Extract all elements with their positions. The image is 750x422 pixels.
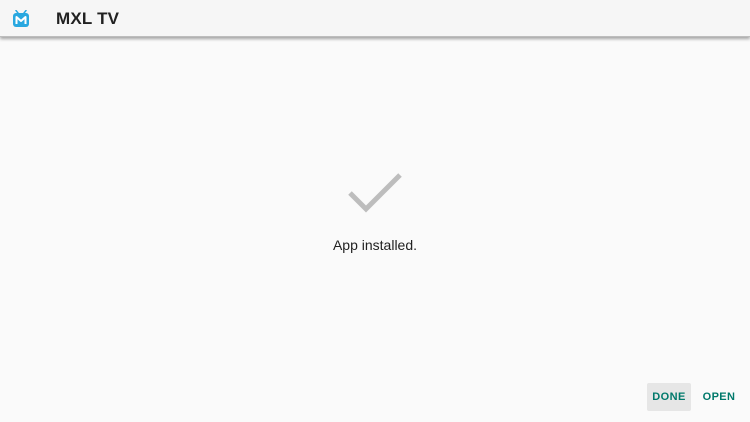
install-status-message: App installed. (332, 237, 418, 253)
install-result-panel: App installed. DONE OPEN (0, 37, 750, 422)
open-button[interactable]: OPEN (699, 383, 739, 411)
done-button[interactable]: DONE (647, 383, 691, 411)
app-title: MXL TV (56, 9, 120, 28)
mxl-logo-icon (12, 9, 30, 28)
checkmark-icon (346, 171, 404, 215)
app-bar: MXL TV (0, 0, 750, 37)
